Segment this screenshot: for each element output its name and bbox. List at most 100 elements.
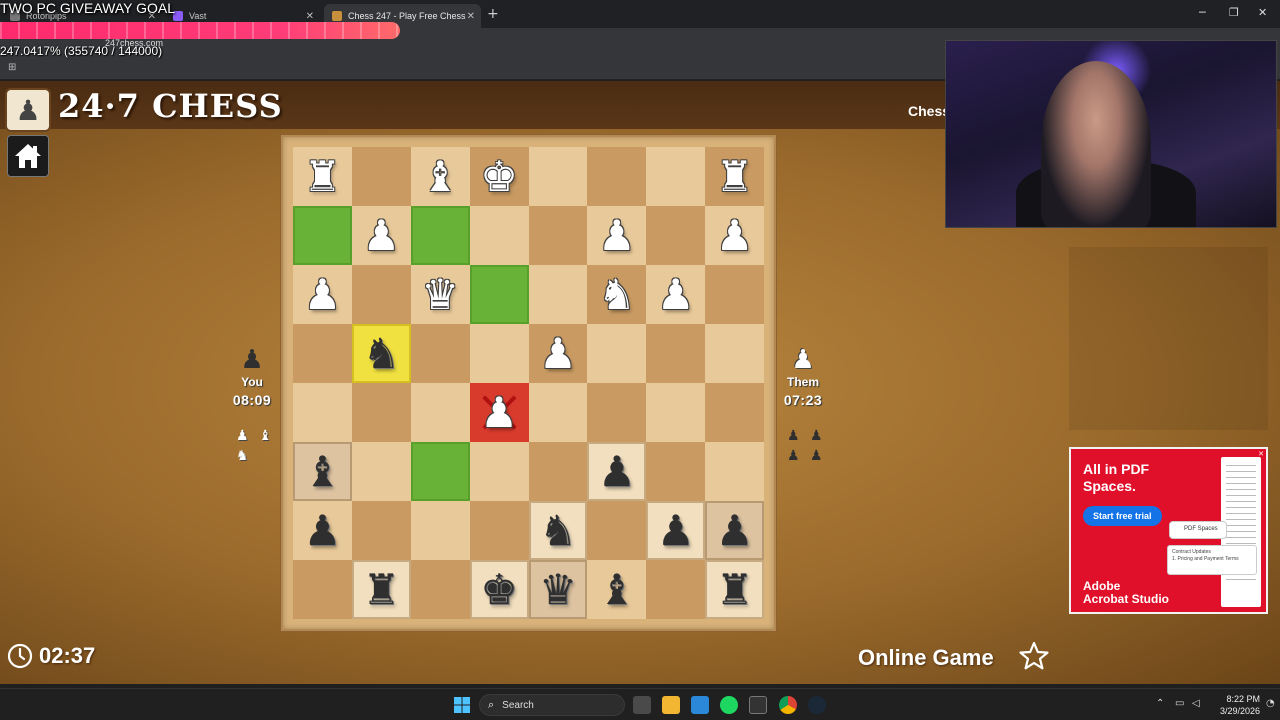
board-square[interactable]: ♝ (293, 442, 352, 501)
tray-chevron-icon[interactable]: ⌃ (1156, 698, 1164, 709)
board-square[interactable] (293, 324, 352, 383)
adobe-ad[interactable]: All in PDF Spaces. Start free trial PDF … (1069, 447, 1268, 614)
header-chess-link[interactable]: Chess (908, 103, 950, 119)
white-rook-icon[interactable]: ♜ (716, 155, 754, 198)
board-square[interactable]: ♟ (351, 206, 411, 265)
board-square[interactable] (410, 560, 470, 619)
board-square[interactable] (469, 501, 529, 560)
board-square[interactable] (293, 560, 352, 619)
maximize-icon[interactable]: ❐ (1229, 6, 1239, 19)
board-square[interactable]: ♟ (646, 265, 706, 324)
board-square[interactable] (646, 206, 706, 265)
board-square[interactable]: ♜ (351, 560, 411, 619)
white-pawn-icon[interactable]: ♟ (304, 273, 342, 316)
board-square[interactable] (646, 560, 706, 619)
board-square[interactable]: ♚ (469, 560, 529, 619)
black-pawn-icon[interactable]: ♟ (657, 509, 695, 552)
star-icon[interactable] (1018, 641, 1050, 671)
board-square[interactable] (705, 442, 764, 501)
board-square[interactable] (528, 206, 588, 265)
board-square[interactable] (351, 501, 411, 560)
file-explorer-icon[interactable] (662, 696, 680, 714)
volume-icon[interactable]: ◁ (1192, 698, 1200, 709)
board-square[interactable] (410, 324, 470, 383)
board-square[interactable] (351, 265, 411, 324)
taskbar-clock[interactable]: 8:22 PM 3/29/2026 (1206, 693, 1260, 717)
board-square[interactable]: ♞ (351, 324, 411, 383)
black-pawn-icon[interactable]: ♟ (716, 509, 754, 552)
window-close-icon[interactable]: ✕ (1258, 6, 1267, 19)
board-square[interactable] (646, 147, 706, 206)
board-square[interactable]: ♚ (469, 147, 529, 206)
black-knight-icon[interactable]: ♞ (362, 332, 400, 375)
white-pawn-icon[interactable]: ♟ (480, 391, 518, 434)
board-square[interactable] (293, 383, 352, 442)
black-pawn-icon[interactable]: ♟ (304, 509, 342, 552)
board-square[interactable]: ♟ (469, 383, 529, 442)
steam-icon[interactable] (808, 696, 826, 714)
board-square[interactable] (410, 383, 470, 442)
board-square[interactable]: ♟ (528, 324, 588, 383)
board-square[interactable] (351, 442, 411, 501)
site-logo[interactable]: 24·7 CHESS (58, 87, 283, 125)
logo-pawn-icon[interactable]: ♟ (5, 88, 51, 132)
white-pawn-icon[interactable]: ♟ (657, 273, 695, 316)
board-square[interactable]: ♝ (410, 147, 470, 206)
board-square[interactable]: ♝ (587, 560, 647, 619)
board-square[interactable] (587, 383, 647, 442)
black-pawn-icon[interactable]: ♟ (598, 450, 636, 493)
white-pawn-icon[interactable]: ♟ (539, 332, 577, 375)
board-square[interactable]: ♟ (587, 442, 647, 501)
board-square[interactable] (705, 324, 764, 383)
board-square[interactable] (587, 501, 647, 560)
black-bishop-icon[interactable]: ♝ (598, 568, 636, 611)
hud-fx-icon[interactable] (749, 696, 767, 714)
board-square[interactable]: ♟ (705, 206, 764, 265)
board-square[interactable] (293, 206, 352, 265)
chrome-icon[interactable] (779, 696, 797, 714)
apps-grid-icon[interactable]: ⊞ (8, 62, 16, 73)
board-square[interactable]: ♛ (528, 560, 588, 619)
white-rook-icon[interactable]: ♜ (304, 155, 342, 198)
minimize-icon[interactable]: ─ (1199, 6, 1206, 19)
board-square[interactable] (469, 265, 529, 324)
board-square[interactable] (587, 147, 647, 206)
white-pawn-icon[interactable]: ♟ (598, 214, 636, 257)
board-square[interactable]: ♞ (587, 265, 647, 324)
board-square[interactable] (469, 442, 529, 501)
board-square[interactable]: ♟ (646, 501, 706, 560)
white-king-icon[interactable]: ♚ (480, 155, 518, 198)
white-bishop-icon[interactable]: ♝ (421, 155, 459, 198)
board-square[interactable] (410, 501, 470, 560)
board-square[interactable] (646, 442, 706, 501)
board-square[interactable]: ♟ (293, 501, 352, 560)
board-square[interactable] (469, 206, 529, 265)
spotify-icon[interactable] (720, 696, 738, 714)
board-square[interactable] (469, 324, 529, 383)
chess-board[interactable]: ♜ ♝ ♚ ♜ ♟ ♟ ♟ ♟ ♛ ♞ ♟ ♞ ♟ ♟ ♝ ♟ ♟ ♞ ♟ ♟ ♜ ♚ ♛ ♝ ♜ (293, 147, 764, 619)
black-rook-icon[interactable]: ♜ (362, 568, 400, 611)
white-knight-icon[interactable]: ♞ (598, 273, 636, 316)
task-view-icon[interactable] (633, 696, 651, 714)
board-square[interactable] (646, 324, 706, 383)
home-button[interactable] (7, 135, 49, 177)
white-queen-icon[interactable]: ♛ (421, 273, 459, 316)
board-square[interactable]: ♜ (705, 560, 764, 619)
board-square[interactable] (528, 265, 588, 324)
board-square[interactable]: ♜ (705, 147, 764, 206)
board-square[interactable]: ♜ (293, 147, 352, 206)
board-square[interactable] (705, 265, 764, 324)
board-square[interactable] (587, 324, 647, 383)
board-square[interactable] (528, 147, 588, 206)
black-queen-icon[interactable]: ♛ (539, 568, 577, 611)
board-square[interactable] (705, 383, 764, 442)
board-square[interactable] (646, 383, 706, 442)
close-icon[interactable]: ✕ (306, 11, 314, 22)
board-square[interactable] (351, 147, 411, 206)
taskbar-search[interactable]: ⌕ Search (479, 694, 625, 716)
black-rook-icon[interactable]: ♜ (716, 568, 754, 611)
white-pawn-icon[interactable]: ♟ (362, 214, 400, 257)
board-square[interactable]: ♟ (293, 265, 352, 324)
black-knight-icon[interactable]: ♞ (539, 509, 577, 552)
notepad-icon[interactable] (691, 696, 709, 714)
